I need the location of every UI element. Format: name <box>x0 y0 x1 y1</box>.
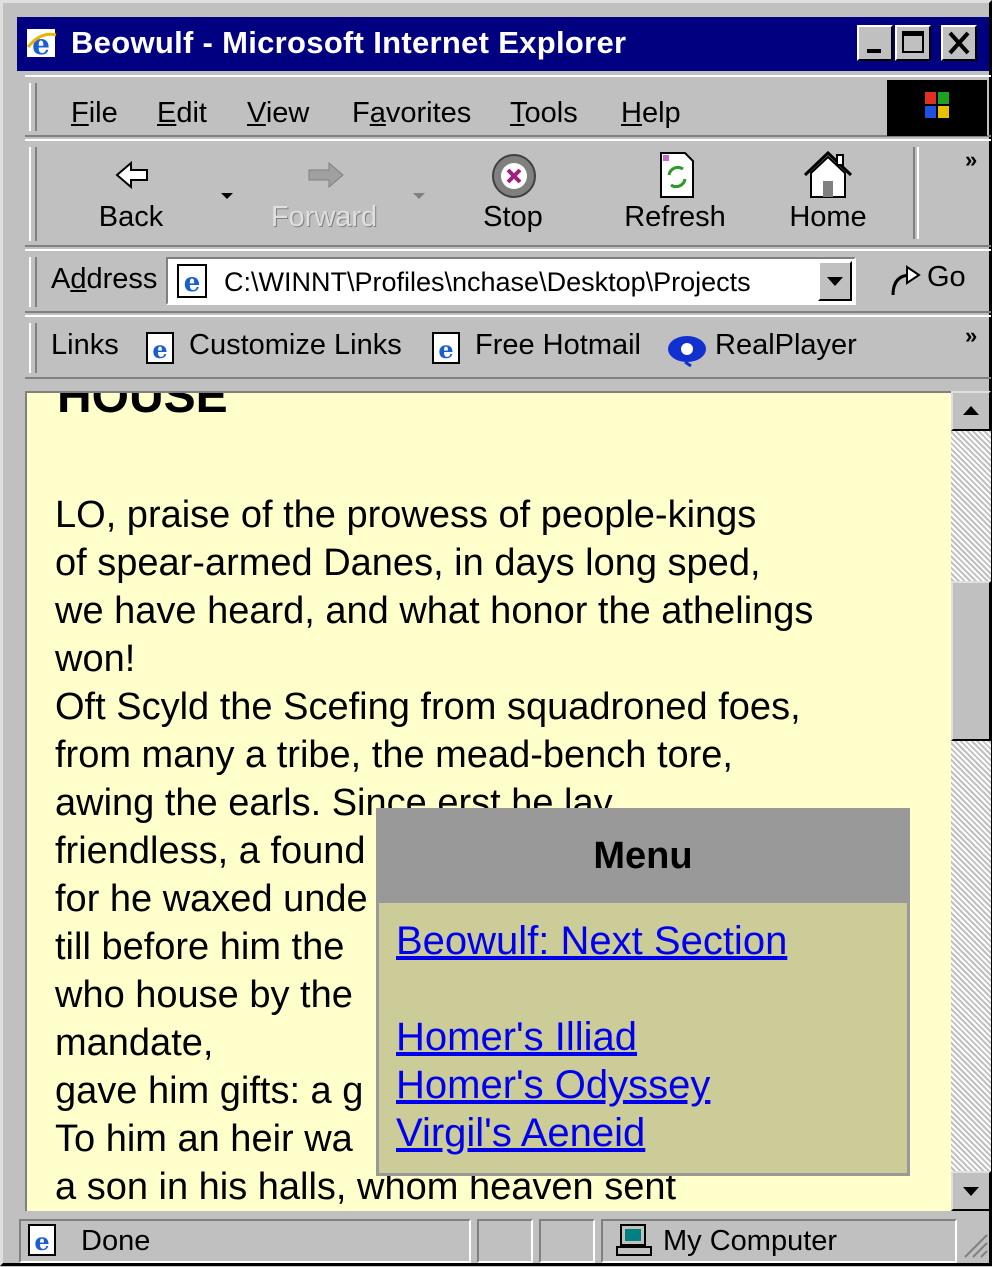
status-text: Done <box>81 1225 151 1257</box>
refresh-label: Refresh <box>624 201 726 233</box>
status-bar: e Done My Computer <box>17 1217 991 1267</box>
link-beowulf-next-section[interactable]: Beowulf: Next Section <box>396 919 787 964</box>
status-zone-pane: My Computer <box>601 1219 957 1263</box>
link-realplayer[interactable]: RealPlayer <box>665 329 857 367</box>
chevron-down-icon <box>827 277 843 286</box>
back-dropdown-arrow[interactable] <box>221 193 233 199</box>
minimize-icon <box>867 49 881 53</box>
poem-line: we have heard, and what honor the atheli… <box>55 590 814 632</box>
resize-grip-icon[interactable] <box>961 1231 989 1261</box>
home-label: Home <box>789 201 867 233</box>
svg-text:e: e <box>152 335 167 364</box>
toolbar-grip[interactable] <box>29 147 37 241</box>
status-pane-progress <box>477 1219 533 1263</box>
address-bar: Address e C:\WINNT\Profiles\nchase\Deskt… <box>25 249 991 313</box>
svg-text:e: e <box>438 335 453 364</box>
forward-dropdown-arrow[interactable] <box>413 193 425 199</box>
home-button[interactable]: Home <box>773 145 883 245</box>
menu-file[interactable]: File <box>71 97 118 130</box>
browser-window: e Beowulf - Microsoft Internet Explorer … <box>0 0 992 1266</box>
status-zone-text: My Computer <box>663 1225 838 1257</box>
address-input[interactable]: e C:\WINNT\Profiles\nchase\Desktop\Proje… <box>166 257 856 305</box>
stop-button[interactable]: Stop <box>463 145 563 245</box>
ie-logo-icon: e <box>26 28 57 61</box>
windows-logo-throbber <box>887 80 987 136</box>
poem-line: Oft Scyld the Scefing from squadroned fo… <box>55 686 801 728</box>
arrow-up-icon <box>963 406 979 415</box>
links-grip[interactable] <box>29 323 37 373</box>
page-icon: e <box>28 1224 56 1256</box>
link-label: Customize Links <box>189 329 402 361</box>
menu-tools[interactable]: Tools <box>510 97 578 130</box>
scroll-thumb[interactable] <box>951 581 991 741</box>
status-main-pane: e Done <box>19 1219 471 1263</box>
link-customize-links[interactable]: e Customize Links <box>143 329 402 364</box>
address-label: Address <box>51 263 158 295</box>
toolbar-chevron-icon[interactable]: » <box>965 147 977 173</box>
menu-popup-title: Menu <box>593 835 693 877</box>
title-bar: e Beowulf - Microsoft Internet Explorer <box>17 17 989 71</box>
address-dropdown-button[interactable] <box>818 261 852 301</box>
page-icon: e <box>177 264 207 298</box>
forward-arrow-icon <box>308 161 344 189</box>
svg-text:e: e <box>34 1227 49 1256</box>
links-chevron-icon[interactable]: » <box>965 323 977 349</box>
standard-toolbar: Back Forward Stop Refresh Home » <box>25 139 991 247</box>
home-icon <box>803 150 853 198</box>
my-computer-icon <box>616 1224 652 1256</box>
menu-bar: File Edit View Favorites Tools Help <box>25 75 991 137</box>
menu-help[interactable]: Help <box>621 97 681 130</box>
page-heading: HOUSE <box>57 391 228 423</box>
menu-view[interactable]: View <box>247 97 309 130</box>
menu-bar-grip[interactable] <box>29 83 37 131</box>
back-label: Back <box>98 201 164 233</box>
realplayer-icon <box>668 336 706 367</box>
minimize-button[interactable] <box>857 25 893 61</box>
refresh-icon <box>660 152 694 198</box>
menu-popup: Menu Beowulf: Next Section Homer's Illia… <box>376 808 910 1176</box>
poem-line: of spear-armed Danes, in days long sped, <box>55 542 761 584</box>
scroll-down-button[interactable] <box>951 1171 991 1211</box>
menu-favorites[interactable]: Favorites <box>352 97 471 130</box>
links-label: Links <box>51 329 119 361</box>
scroll-up-button[interactable] <box>951 391 991 431</box>
link-virgils-aeneid[interactable]: Virgil's Aeneid <box>396 1111 645 1156</box>
menu-popup-header: Menu <box>379 811 907 903</box>
refresh-button[interactable]: Refresh <box>615 145 735 245</box>
window-title: Beowulf - Microsoft Internet Explorer <box>71 25 627 60</box>
link-label: Free Hotmail <box>475 329 641 361</box>
menu-edit[interactable]: Edit <box>157 97 207 130</box>
page-icon: e <box>146 332 174 364</box>
vertical-scrollbar[interactable] <box>951 391 991 1211</box>
link-homers-odyssey[interactable]: Homer's Odyssey <box>396 1063 710 1108</box>
back-button[interactable]: Back <box>81 145 181 245</box>
links-bar: Links e Customize Links e Free Hotmail R… <box>25 315 991 379</box>
close-icon <box>948 31 970 55</box>
link-label: RealPlayer <box>715 329 857 361</box>
toolbar-separator <box>913 147 919 239</box>
go-arrow-icon <box>891 265 921 296</box>
page-icon: e <box>432 332 460 364</box>
link-free-hotmail[interactable]: e Free Hotmail <box>429 329 641 364</box>
svg-text:e: e <box>184 268 201 298</box>
status-pane-secure <box>539 1219 595 1263</box>
poem-line: LO, praise of the prowess of people-king… <box>55 494 757 536</box>
address-value: C:\WINNT\Profiles\nchase\Desktop\Project… <box>224 267 751 297</box>
stop-icon <box>492 154 536 198</box>
go-label: Go <box>927 261 966 293</box>
forward-label: Forward <box>270 201 378 233</box>
poem-line: from many a tribe, the mead-bench tore, <box>55 734 733 776</box>
close-button[interactable] <box>941 25 977 61</box>
maximize-button[interactable] <box>895 25 931 61</box>
maximize-icon <box>902 31 924 53</box>
poem-line: won! <box>55 638 136 680</box>
arrow-down-icon <box>963 1187 979 1196</box>
go-button[interactable]: Go <box>887 261 966 296</box>
forward-button[interactable]: Forward <box>269 145 379 245</box>
back-arrow-icon <box>115 160 148 190</box>
windows-flag-icon <box>925 92 949 118</box>
address-grip[interactable] <box>29 257 37 307</box>
link-homers-illiad[interactable]: Homer's Illiad <box>396 1015 637 1060</box>
stop-label: Stop <box>483 201 543 233</box>
